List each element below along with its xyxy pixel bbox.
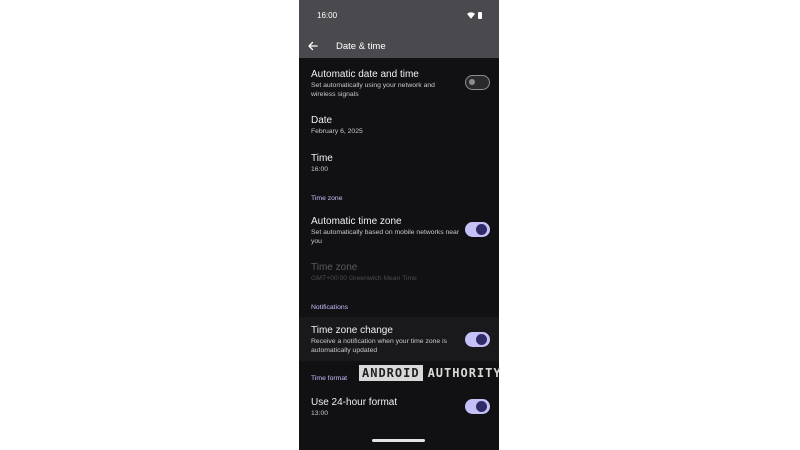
use-24-hour-toggle[interactable] — [465, 399, 490, 414]
toggle-knob — [469, 79, 475, 85]
time-value: 16:00 — [311, 166, 329, 173]
watermark-text: AUTHORITY — [427, 366, 502, 380]
time-zone-value: GMT+00:00 Greenwich Mean Time — [311, 275, 417, 282]
status-time: 16:00 — [317, 11, 338, 20]
time-zone-change-title: Time zone change — [311, 325, 393, 336]
watermark-logo: ANDROID AUTHORITY — [359, 364, 502, 382]
time-zone-change-subtitle: Receive a notification when your time zo… — [311, 338, 448, 354]
watermark-boxed-text: ANDROID — [359, 365, 423, 381]
wifi-icon — [467, 12, 475, 19]
battery-icon — [478, 12, 482, 19]
automatic-time-zone-row[interactable]: Automatic time zone Set automatically ba… — [299, 209, 499, 251]
time-title: Time — [311, 153, 333, 164]
time-zone-change-row[interactable]: Time zone change Receive a notification … — [299, 317, 499, 361]
gesture-nav-handle[interactable] — [372, 439, 425, 442]
date-title: Date — [311, 115, 333, 126]
toggle-knob — [476, 401, 487, 412]
toggle-knob — [476, 224, 487, 235]
time-format-section-header: Time format — [311, 375, 348, 382]
use-24-hour-title: Use 24-hour format — [311, 397, 398, 408]
back-arrow-icon[interactable] — [307, 40, 319, 52]
toggle-knob — [476, 334, 487, 345]
time-zone-section-header: Time zone — [311, 195, 343, 202]
app-bar: Date & time — [299, 34, 499, 58]
automatic-time-zone-subtitle: Set automatically based on mobile networ… — [311, 229, 460, 245]
automatic-time-zone-title: Automatic time zone — [311, 216, 402, 227]
time-zone-title: Time zone — [311, 262, 358, 273]
time-zone-row: Time zone GMT+00:00 Greenwich Mean Time — [299, 256, 499, 290]
time-row[interactable]: Time 16:00 — [299, 146, 499, 180]
automatic-date-time-toggle[interactable] — [465, 75, 490, 90]
time-zone-change-toggle[interactable] — [465, 332, 490, 347]
notifications-section-header: Notifications — [311, 304, 349, 311]
phone-screen: 16:00 Date & time Automatic date and tim… — [299, 0, 499, 450]
use-24-hour-value: 13:00 — [311, 410, 329, 417]
date-value: February 6, 2025 — [311, 128, 363, 135]
use-24-hour-row[interactable]: Use 24-hour format 13:00 — [299, 390, 499, 424]
status-bar: 16:00 — [299, 0, 499, 34]
automatic-time-zone-toggle[interactable] — [465, 222, 490, 237]
page-title: Date & time — [336, 41, 386, 52]
automatic-date-time-title: Automatic date and time — [311, 69, 419, 80]
automatic-date-time-subtitle: Set automatically using your network and… — [311, 82, 435, 98]
date-row[interactable]: Date February 6, 2025 — [299, 108, 499, 142]
automatic-date-time-row[interactable]: Automatic date and time Set automaticall… — [299, 62, 499, 104]
